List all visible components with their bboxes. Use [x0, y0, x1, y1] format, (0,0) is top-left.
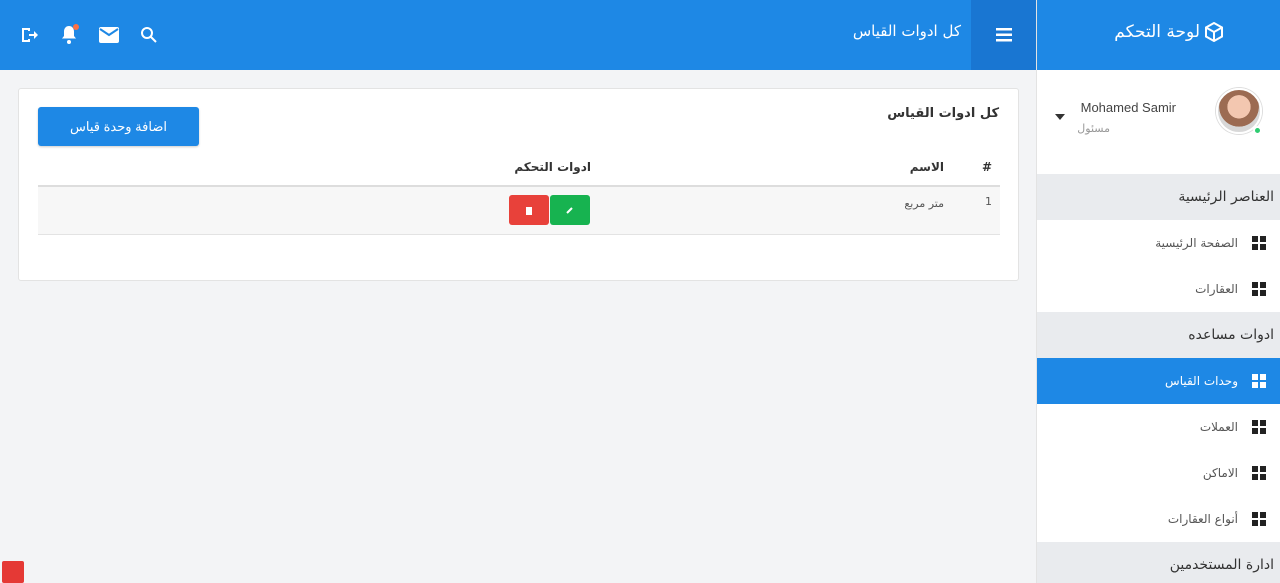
dashboard-icon — [1252, 282, 1266, 296]
user-profile[interactable]: Mohamed Samir مسئول — [1037, 70, 1280, 174]
sidebar-item-home[interactable]: الصفحة الرئيسية — [1037, 220, 1280, 266]
dashboard-icon — [1252, 512, 1266, 526]
brand-bar[interactable]: لوحة التحكم — [1037, 0, 1280, 70]
user-name: Mohamed Samir — [1080, 100, 1176, 115]
column-header-name: الاسم — [909, 160, 944, 174]
sidebar-item-units[interactable]: وحدات القياس — [1037, 358, 1280, 404]
dashboard-icon — [1252, 236, 1266, 250]
sidebar-section-users: ادارة المستخدمين — [1037, 542, 1280, 583]
notification-dot — [73, 24, 79, 30]
dashboard-icon — [1252, 466, 1266, 480]
online-status-dot — [1253, 126, 1262, 135]
cube-icon — [1204, 21, 1224, 46]
units-table: # الاسم ادوات التحكم 1 متر مربع — [38, 149, 1000, 235]
add-unit-button[interactable]: اضافة وحدة قياس — [38, 107, 199, 146]
table-header: # الاسم ادوات التحكم — [38, 149, 1000, 187]
card-title: كل ادوات القياس — [887, 106, 999, 121]
dashboard-icon — [1252, 374, 1266, 388]
sidebar-item-properties[interactable]: العقارات — [1037, 266, 1280, 312]
row-name: متر مربع — [904, 197, 944, 210]
sidebar-item-label: وحدات القياس — [1165, 374, 1238, 388]
sidebar-item-label: العملات — [1199, 420, 1238, 434]
chevron-down-icon[interactable] — [1055, 114, 1065, 120]
table-row: 1 متر مربع — [38, 187, 1000, 235]
corner-logo-icon — [2, 561, 24, 583]
hamburger-icon — [995, 28, 1012, 42]
sidebar-item-places[interactable]: الاماكن — [1037, 450, 1280, 496]
sidebar-item-currencies[interactable]: العملات — [1037, 404, 1280, 450]
row-num: 1 — [985, 195, 992, 208]
search-icon[interactable] — [138, 24, 160, 46]
column-header-num: # — [981, 160, 992, 174]
sidebar-section-tools: ادوات مساعده — [1037, 312, 1280, 358]
sidebar-section-main: العناصر الرئيسية — [1037, 174, 1280, 220]
user-role: مسئول — [1077, 122, 1110, 135]
page-title: كل ادوات القياس — [852, 22, 961, 40]
sidebar-item-property-types[interactable]: أنواع العقارات — [1037, 496, 1280, 542]
sidebar-item-label: أنواع العقارات — [1167, 512, 1238, 526]
sidebar-item-label: الصفحة الرئيسية — [1155, 236, 1238, 250]
dashboard-icon — [1252, 420, 1266, 434]
brand-title: لوحة التحكم — [1114, 22, 1200, 42]
mail-icon[interactable] — [98, 24, 120, 46]
delete-button[interactable] — [509, 195, 549, 225]
sidebar: لوحة التحكم Mohamed Samir مسئول العناصر … — [1036, 0, 1280, 583]
edit-button[interactable] — [550, 195, 590, 225]
logout-icon[interactable] — [18, 24, 40, 46]
bell-icon[interactable] — [58, 24, 80, 46]
sidebar-item-label: الاماكن — [1202, 466, 1238, 480]
topbar-icons — [18, 24, 160, 46]
trash-icon — [526, 206, 532, 215]
column-header-tools: ادوات التحكم — [514, 160, 591, 174]
pencil-icon — [566, 207, 573, 214]
sidebar-item-label: العقارات — [1195, 282, 1238, 296]
menu-toggle-button[interactable] — [971, 0, 1036, 70]
top-bar: كل ادوات القياس — [0, 0, 1036, 70]
units-card: كل ادوات القياس اضافة وحدة قياس # الاسم … — [18, 88, 1019, 281]
